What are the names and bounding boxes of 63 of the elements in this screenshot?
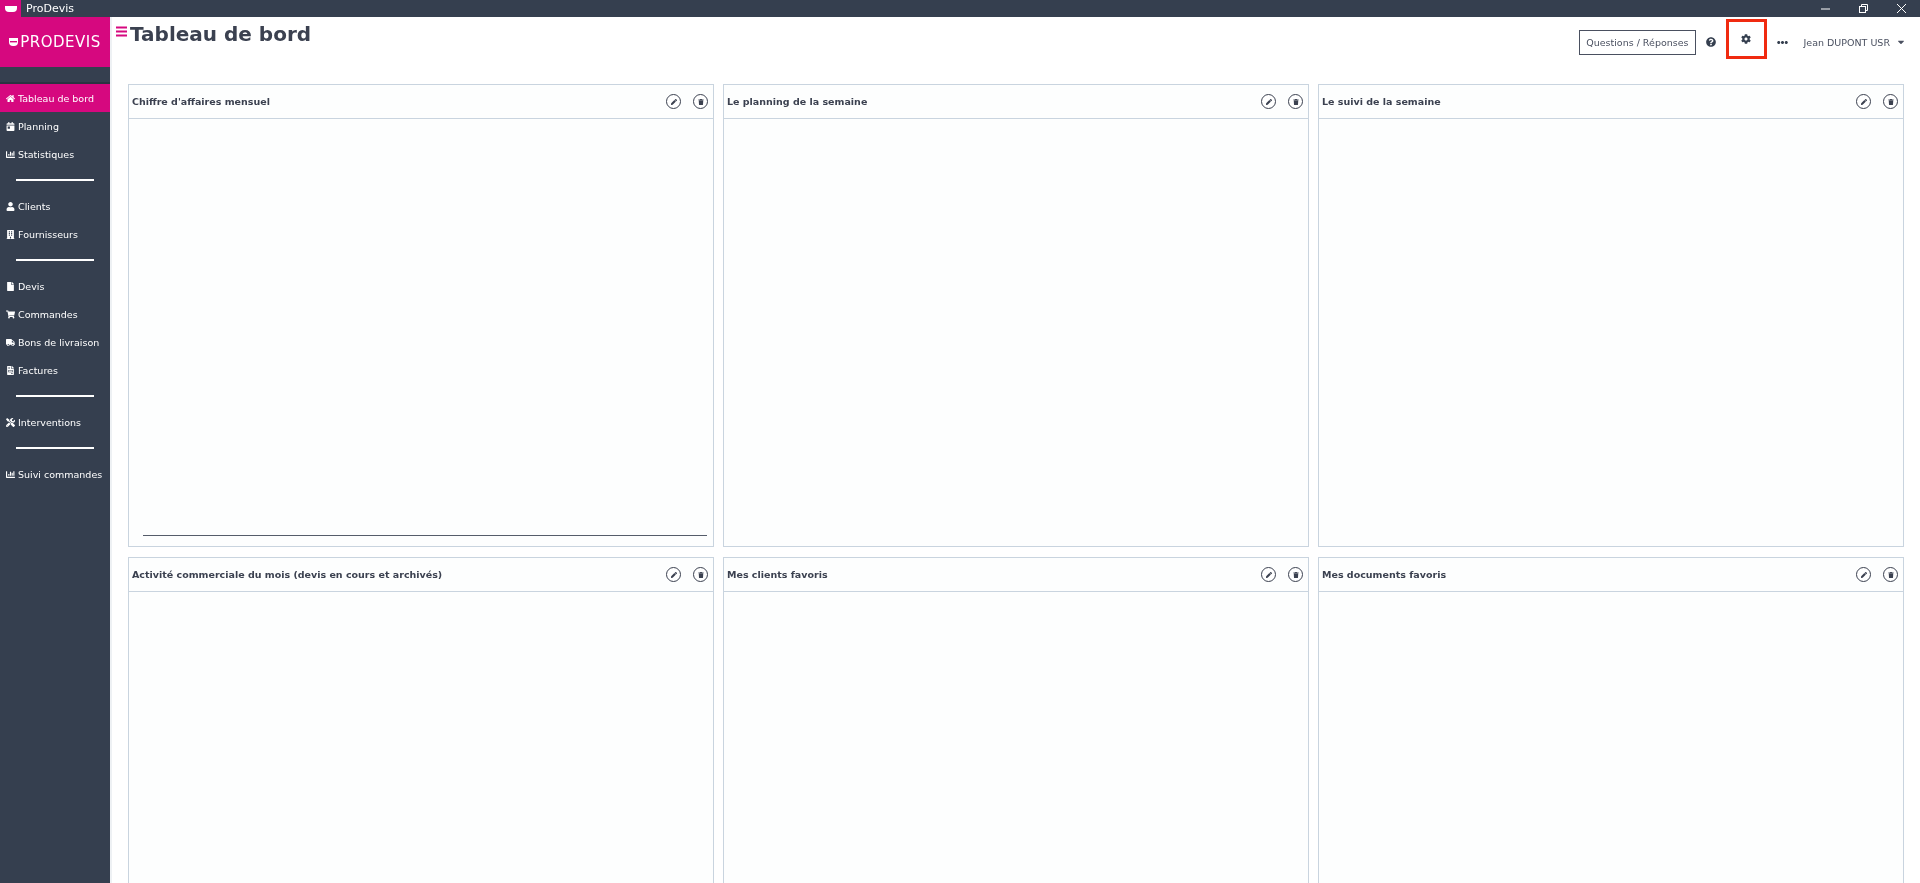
pencil-icon xyxy=(1860,571,1867,578)
restore-icon[interactable] xyxy=(1858,4,1868,13)
sidebar-item[interactable]: Statistiques xyxy=(0,140,110,168)
close-icon[interactable] xyxy=(1896,4,1906,13)
sidebar-item[interactable]: Fournisseurs xyxy=(0,220,110,248)
widget-title: Mes clients favoris xyxy=(727,569,828,580)
trash-icon xyxy=(697,571,704,578)
trash-icon xyxy=(1887,98,1894,105)
user-icon xyxy=(6,201,15,211)
bar-chart-icon xyxy=(6,469,15,479)
sidebar-item[interactable]: Bons de livraison xyxy=(0,328,110,356)
pencil-icon xyxy=(1860,98,1867,105)
faq-button[interactable]: Questions / Réponses xyxy=(1579,29,1696,55)
sidebar-item[interactable]: Devis xyxy=(0,272,110,300)
edit-button[interactable] xyxy=(1261,567,1276,582)
edit-button[interactable] xyxy=(1856,567,1871,582)
user-menu[interactable]: Jean DUPONT USR xyxy=(1803,36,1906,48)
sidebar-item[interactable]: Suivi commandes xyxy=(0,460,110,488)
page-title: Tableau de bord xyxy=(130,21,312,48)
window-title: ProDevis xyxy=(26,2,74,15)
edit-button[interactable] xyxy=(666,567,681,582)
cart-icon xyxy=(6,309,15,319)
logo-icon xyxy=(9,38,19,46)
sidebar-item[interactable]: Commandes xyxy=(0,300,110,328)
edit-button[interactable] xyxy=(666,94,681,109)
widget-title: Activité commerciale du mois (devis en cours et archivés) xyxy=(132,569,443,580)
edit-button[interactable] xyxy=(1261,94,1276,109)
home-icon xyxy=(6,93,15,103)
widget-title: Le suivi de la semaine xyxy=(1322,96,1441,107)
pencil-icon xyxy=(670,98,677,105)
sidebar-item[interactable]: Planning xyxy=(0,112,110,140)
calendar-icon xyxy=(6,121,15,131)
widget-title: Le planning de la semaine xyxy=(727,96,868,107)
document-icon xyxy=(6,281,15,291)
settings-button[interactable] xyxy=(1725,19,1767,59)
trash-icon xyxy=(1292,98,1299,105)
trash-icon xyxy=(1887,571,1894,578)
sidebar-item[interactable]: Interventions xyxy=(0,408,110,436)
pencil-icon xyxy=(1265,571,1272,578)
delete-button[interactable] xyxy=(1883,94,1898,109)
truck-icon xyxy=(6,337,15,347)
pencil-icon xyxy=(1265,98,1272,105)
building-icon xyxy=(6,229,15,239)
delete-button[interactable] xyxy=(1883,567,1898,582)
delete-button[interactable] xyxy=(693,567,708,582)
trash-icon xyxy=(1292,571,1299,578)
tools-icon xyxy=(6,417,15,427)
sidebar-item[interactable]: Factures xyxy=(0,356,110,384)
widget-title: Mes documents favoris xyxy=(1322,569,1447,580)
settings-icon xyxy=(1741,34,1751,44)
edit-button[interactable] xyxy=(1856,94,1871,109)
sidebar-item[interactable]: Clients xyxy=(0,192,110,220)
bar-chart-icon xyxy=(6,149,15,159)
delete-button[interactable] xyxy=(693,94,708,109)
trash-icon xyxy=(697,98,704,105)
delete-button[interactable] xyxy=(1288,94,1303,109)
pencil-icon xyxy=(670,571,677,578)
delete-button[interactable] xyxy=(1288,567,1303,582)
help-icon[interactable] xyxy=(1705,37,1716,47)
logo-text: PRODEVIS xyxy=(20,33,101,51)
invoice-icon xyxy=(6,365,15,375)
widget-title: Chiffre d'affaires mensuel xyxy=(132,96,270,107)
sidebar-item[interactable]: Tableau de bord xyxy=(0,84,110,112)
